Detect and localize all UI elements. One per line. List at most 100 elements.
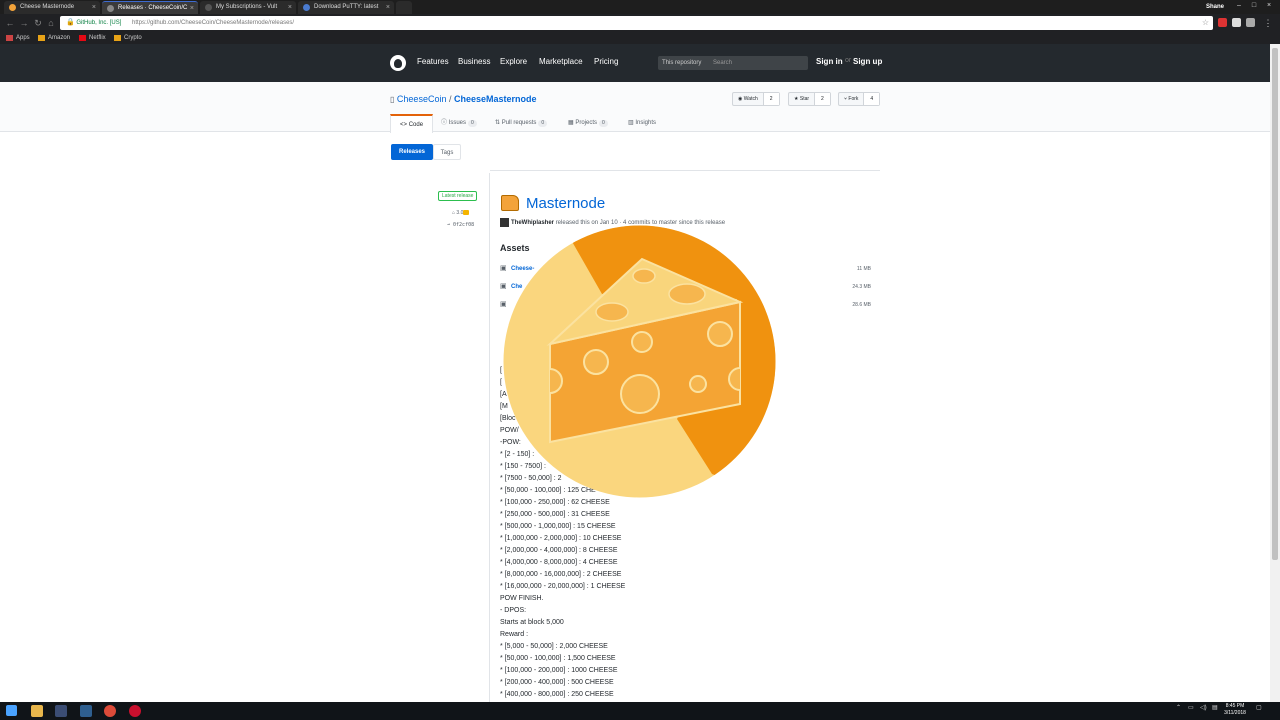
nav-marketplace[interactable]: Marketplace <box>539 57 583 66</box>
divider <box>489 173 490 703</box>
vultr-favicon-icon <box>205 4 212 11</box>
bookmark-label: Apps <box>16 35 30 41</box>
tab-insights[interactable]: ▥ Insights <box>619 114 665 132</box>
release-notes-line: - DPOS: <box>500 607 527 614</box>
browser-tab-active[interactable]: Releases · CheeseCoin/C × <box>102 1 198 14</box>
repo-name-link[interactable]: CheeseMasternode <box>454 94 537 104</box>
close-icon[interactable]: × <box>92 1 96 14</box>
release-notes-line: POW FINISH. <box>500 595 544 602</box>
bookmark-apps[interactable]: Apps <box>6 32 30 44</box>
repo-icon: ▯ <box>390 95 395 104</box>
nav-explore[interactable]: Explore <box>500 57 527 66</box>
chevron-up-icon[interactable]: ⌃ <box>1176 704 1181 711</box>
sign-in-link[interactable]: Sign in <box>816 57 843 66</box>
release-notes-line: Starts at block 5,000 <box>500 619 564 626</box>
home-icon[interactable]: ⌂ <box>45 17 57 29</box>
extension-icon[interactable] <box>1246 18 1255 27</box>
tags-tab-button[interactable]: Tags <box>433 144 461 160</box>
tab-title: Download PuTTY: latest <box>314 4 379 10</box>
watch-count[interactable]: 2 <box>763 93 779 105</box>
tab-code[interactable]: <> Code <box>390 114 434 133</box>
back-arrow-icon[interactable]: ← <box>4 17 16 29</box>
github-logo-icon[interactable] <box>390 55 406 71</box>
app-icon[interactable] <box>80 705 92 717</box>
chrome-profile-name[interactable]: Shane <box>1206 1 1224 13</box>
tab-counter: 0 <box>468 120 477 127</box>
issue-icon: ⓘ <box>441 120 449 126</box>
bookmark-crypto[interactable]: Crypto <box>114 32 142 44</box>
menu-icon[interactable]: ⋮ <box>1262 17 1274 29</box>
browser-toolbar: ← → ↻ ⌂ 🔒 GitHub, Inc. [US] https://gith… <box>0 14 1280 32</box>
volume-icon[interactable]: ◁) <box>1200 704 1207 711</box>
star-button[interactable]: ★ Star 2 <box>788 92 831 106</box>
folder-icon <box>114 35 121 41</box>
watch-button[interactable]: ◉ Watch 2 <box>732 92 780 106</box>
address-bar[interactable]: 🔒 GitHub, Inc. [US] https://github.com/C… <box>60 16 1213 30</box>
release-notes-line: * [2,000,000 - 4,000,000] : 8 CHEESE <box>500 547 618 554</box>
close-window-icon[interactable]: × <box>1262 0 1276 12</box>
tab-pull-requests[interactable]: ⇅ Pull requests 0 <box>486 114 556 132</box>
fork-count[interactable]: 4 <box>864 93 880 105</box>
sign-up-link[interactable]: Sign up <box>853 57 882 66</box>
commit-sha: 0f2cf08 <box>453 222 475 228</box>
tab-counter: 0 <box>538 120 548 127</box>
extension-icon[interactable] <box>1218 18 1227 27</box>
tab-title: My Subscriptions - Vult <box>216 4 278 10</box>
browser-tab[interactable]: My Subscriptions - Vult × <box>200 1 296 14</box>
latest-release-badge: Latest release <box>438 191 478 201</box>
vertical-scrollbar[interactable] <box>1270 44 1280 702</box>
browser-tab[interactable]: Download PuTTY: latest × <box>298 1 394 14</box>
release-notes-line: * [250,000 - 500,000] : 31 CHEESE <box>500 511 610 518</box>
release-commit[interactable]: ⊸ 0f2cf08 <box>447 222 474 228</box>
bookmark-label: Crypto <box>124 35 142 41</box>
cheese-logo-overlay <box>503 225 776 498</box>
apps-grid-icon <box>6 35 13 41</box>
app-icon[interactable] <box>55 705 67 717</box>
browser-tab[interactable]: Cheese Masternode × <box>4 1 100 14</box>
app-icon[interactable] <box>129 705 141 717</box>
close-icon[interactable]: × <box>386 1 390 14</box>
bookmark-star-icon[interactable]: ☆ <box>1202 16 1209 30</box>
reload-icon[interactable]: ↻ <box>32 17 44 29</box>
minimize-icon[interactable]: – <box>1232 0 1246 12</box>
close-icon[interactable]: × <box>190 2 194 14</box>
repo-owner-link[interactable]: CheeseCoin <box>397 94 447 104</box>
windows-start-icon[interactable] <box>6 705 17 716</box>
nav-features[interactable]: Features <box>417 57 449 66</box>
release-notes-line: * [8,000,000 - 16,000,000] : 2 CHEESE <box>500 571 622 578</box>
maximize-icon[interactable]: □ <box>1247 0 1261 12</box>
extension-icon[interactable] <box>1232 18 1241 27</box>
secure-label: GitHub, Inc. [US] <box>76 20 122 26</box>
releases-tab-button[interactable]: Releases <box>391 144 433 160</box>
star-label: Star <box>799 96 810 102</box>
release-tag[interactable]: ⌂ 3.0 <box>452 210 470 216</box>
network-icon[interactable]: ▭ <box>1188 704 1194 711</box>
chrome-icon[interactable] <box>104 705 116 717</box>
folder-icon <box>38 35 45 41</box>
close-icon[interactable]: × <box>288 1 292 14</box>
fork-button[interactable]: ⑂ Fork 4 <box>838 92 881 106</box>
scrollbar-thumb[interactable] <box>1272 48 1278 560</box>
tab-projects[interactable]: ▦ Projects 0 <box>559 114 617 132</box>
notifications-icon[interactable]: ▢ <box>1256 704 1262 711</box>
keyboard-icon[interactable]: ▤ <box>1212 704 1218 711</box>
release-notes-line: * [100,000 - 200,000] : 1000 CHEESE <box>500 667 618 674</box>
system-clock[interactable]: 8:45 PM 3/11/2018 <box>1220 703 1250 717</box>
search-input[interactable]: This repository Search <box>658 56 808 70</box>
asset-size: 28.6 MB <box>852 302 871 308</box>
new-tab-button[interactable] <box>396 1 412 14</box>
netflix-icon <box>79 35 86 41</box>
bookmark-netflix[interactable]: Netflix <box>79 32 106 44</box>
tab-label: Pull requests <box>501 120 537 126</box>
secure-indicator[interactable]: 🔒 GitHub, Inc. [US] <box>66 16 121 30</box>
github-header: Features Business Explore Marketplace Pr… <box>0 44 1270 82</box>
release-title-link[interactable]: Masternode <box>526 195 605 212</box>
nav-business[interactable]: Business <box>458 57 490 66</box>
forward-arrow-icon[interactable]: → <box>18 17 30 29</box>
file-explorer-icon[interactable] <box>31 705 43 717</box>
tab-issues[interactable]: ⓘ Issues 0 <box>432 114 486 132</box>
putty-favicon-icon <box>303 4 310 11</box>
star-count[interactable]: 2 <box>815 93 830 105</box>
nav-pricing[interactable]: Pricing <box>594 57 618 66</box>
bookmark-amazon[interactable]: Amazon <box>38 32 70 44</box>
